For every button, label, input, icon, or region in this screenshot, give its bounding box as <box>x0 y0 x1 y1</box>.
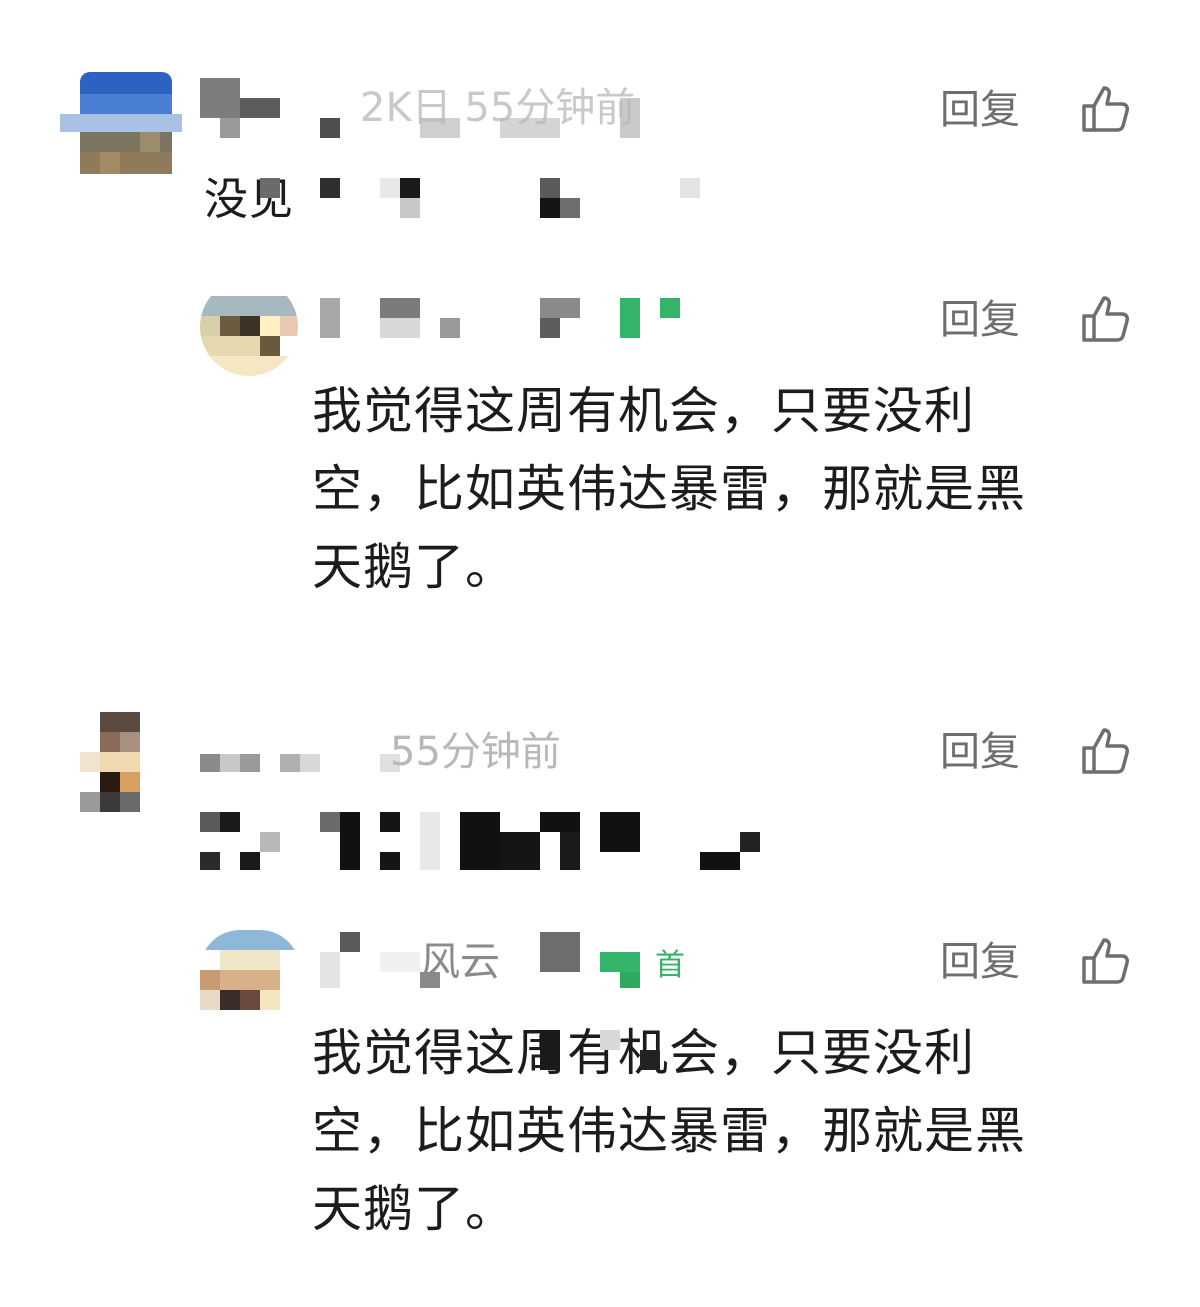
reply-button[interactable]: 回复 <box>940 938 1020 986</box>
reply-button[interactable]: 回复 <box>940 296 1020 344</box>
thumbs-up-icon[interactable] <box>1080 726 1130 776</box>
reply-content: 我觉得这周有机会，只要没利 空，比如英伟达暴雷，那就是黑 天鹅了。 <box>312 1024 1026 1238</box>
comment-meta: 55分钟前 <box>390 729 561 775</box>
avatar[interactable] <box>60 72 182 180</box>
comment-content: 没见 <box>204 174 294 225</box>
comment-meta: 2K日 55分钟前 <box>360 85 636 131</box>
thumbs-up-icon[interactable] <box>1080 936 1130 986</box>
reply-button[interactable]: 回复 <box>940 86 1020 134</box>
reply-button[interactable]: 回复 <box>940 728 1020 776</box>
thumbs-up-icon[interactable] <box>1080 84 1130 134</box>
avatar[interactable] <box>200 930 300 1010</box>
reply-content: 我觉得这周有机会，只要没利 空，比如英伟达暴雷，那就是黑 天鹅了。 <box>312 382 1026 596</box>
author-badge: 首 <box>655 948 685 983</box>
thumbs-up-icon[interactable] <box>1080 294 1130 344</box>
avatar[interactable] <box>80 712 160 812</box>
avatar[interactable] <box>200 278 298 376</box>
